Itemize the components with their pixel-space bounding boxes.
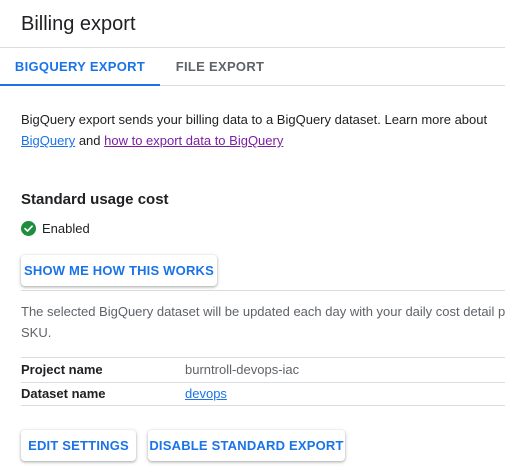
description-line-2: SKU. (21, 325, 52, 340)
how-to-export-link[interactable]: how to export data to BigQuery (104, 133, 283, 148)
intro-and: and (75, 133, 105, 148)
description-line-1: The selected BigQuery dataset will be up… (21, 304, 505, 319)
status-indicator: Enabled (21, 219, 90, 237)
page-header: Billing export (0, 0, 505, 48)
page-title: Billing export (21, 13, 136, 35)
divider (21, 382, 505, 383)
tab-file-export[interactable]: FILE EXPORT (160, 48, 280, 85)
status-text: Enabled (42, 220, 90, 236)
project-name-value: burntroll-devops-iac (185, 362, 300, 377)
show-me-how-button[interactable]: SHOW ME HOW THIS WORKS (21, 255, 217, 286)
project-name-label: Project name (21, 362, 103, 377)
section-title: Standard usage cost (21, 191, 169, 208)
intro-description: BigQuery export sends your billing data … (21, 112, 488, 127)
tab-bar: BIGQUERY EXPORT FILE EXPORT (0, 48, 505, 86)
dataset-name-link[interactable]: devops (185, 385, 227, 403)
dataset-name-label: Dataset name (21, 386, 106, 401)
divider (21, 290, 505, 291)
divider (21, 405, 505, 406)
disable-standard-export-button[interactable]: DISABLE STANDARD EXPORT (148, 430, 345, 461)
billing-export-page: Billing export BIGQUERY EXPORT FILE EXPO… (0, 0, 505, 473)
dataset-description: The selected BigQuery dataset will be up… (21, 301, 505, 343)
check-circle-icon (21, 220, 36, 236)
bigquery-link[interactable]: BigQuery (21, 133, 75, 148)
divider (21, 357, 505, 358)
tab-bigquery-export[interactable]: BIGQUERY EXPORT (0, 48, 160, 86)
edit-settings-button[interactable]: EDIT SETTINGS (21, 430, 136, 461)
intro-text: BigQuery export sends your billing data … (21, 109, 505, 151)
